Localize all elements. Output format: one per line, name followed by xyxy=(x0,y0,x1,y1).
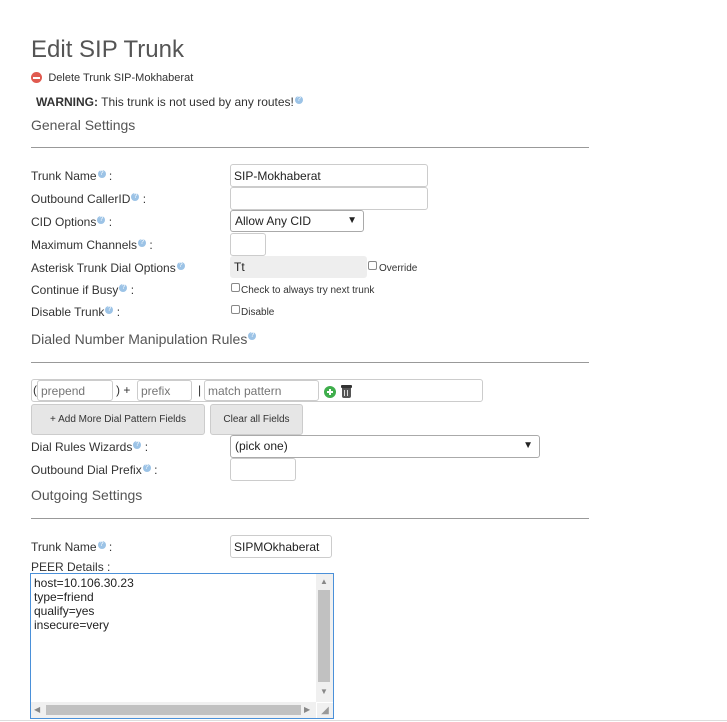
delete-trunk-label: Delete Trunk SIP-Mokhaberat xyxy=(48,72,194,84)
page-title: Edit SIP Trunk xyxy=(31,36,184,63)
cid-options-label: CID Options? : xyxy=(31,215,113,229)
help-icon[interactable]: ? xyxy=(142,464,151,472)
section-general-settings: General Settings xyxy=(31,117,136,133)
help-icon[interactable]: ? xyxy=(97,541,106,549)
clear-all-fields-button[interactable]: Clear all Fields xyxy=(210,404,303,435)
dropdown-arrow-icon: ▼ xyxy=(523,440,533,451)
override-checkbox[interactable] xyxy=(368,261,377,270)
divider xyxy=(31,362,589,363)
max-channels-label: Maximum Channels? : xyxy=(31,238,153,252)
help-icon[interactable]: ? xyxy=(138,239,147,247)
disable-trunk-label: Disable Trunk? : xyxy=(31,305,121,319)
scroll-right-icon[interactable]: ▶ xyxy=(304,705,310,714)
outbound-callerid-input[interactable] xyxy=(230,187,428,210)
dial-rules-wizards-label: Dial Rules Wizards? : xyxy=(31,440,149,454)
outgoing-trunk-name-input[interactable] xyxy=(230,535,332,558)
scrollbar-thumb[interactable] xyxy=(46,705,301,715)
peer-details-label: PEER Details : xyxy=(31,560,111,574)
help-icon[interactable]: ? xyxy=(133,441,142,449)
warning-message: WARNING: This trunk is not used by any r… xyxy=(36,95,303,109)
continue-busy-checkbox[interactable] xyxy=(231,283,240,292)
section-dial-rules: Dialed Number Manipulation Rules? xyxy=(31,331,257,347)
warning-strong: WARNING: xyxy=(36,95,98,109)
prepend-input[interactable] xyxy=(37,380,113,401)
outbound-dial-prefix-input[interactable] xyxy=(230,458,296,481)
scroll-left-icon[interactable]: ◀ xyxy=(34,705,40,714)
prefix-input[interactable] xyxy=(137,380,192,401)
outgoing-trunk-name-label: Trunk Name? : xyxy=(31,540,113,554)
cid-options-select[interactable]: Allow Any CID ▼ xyxy=(230,210,364,232)
section-outgoing-settings: Outgoing Settings xyxy=(31,487,143,503)
help-icon[interactable]: ? xyxy=(119,284,128,292)
max-channels-input[interactable] xyxy=(230,233,266,256)
match-pattern-input[interactable] xyxy=(204,380,319,401)
help-icon[interactable]: ? xyxy=(131,193,140,201)
dial-options-label: Asterisk Trunk Dial Options? xyxy=(31,261,185,275)
divider xyxy=(31,147,589,148)
outbound-callerid-label: Outbound CallerID? : xyxy=(31,192,147,206)
peer-details-textarea[interactable]: host=10.106.30.23 type=friend qualify=ye… xyxy=(30,573,334,719)
dial-options-input[interactable] xyxy=(230,256,367,278)
help-icon[interactable]: ? xyxy=(97,170,106,178)
page-bottom-divider xyxy=(0,720,727,721)
dropdown-arrow-icon: ▼ xyxy=(347,215,357,226)
resize-handle-icon[interactable]: ◢ xyxy=(317,703,333,718)
disable-text: Disable xyxy=(241,307,275,318)
scroll-down-icon[interactable]: ▼ xyxy=(320,687,328,696)
dial-rules-wizards-select[interactable]: (pick one) ▼ xyxy=(230,435,540,458)
continue-busy-label: Continue if Busy? : xyxy=(31,283,135,297)
add-pattern-icon[interactable] xyxy=(324,386,336,398)
warning-text: This trunk is not used by any routes! xyxy=(98,95,294,109)
trunk-name-label: Trunk Name? : xyxy=(31,169,113,183)
scroll-up-icon[interactable]: ▲ xyxy=(320,577,328,586)
paren-close-plus: ) + xyxy=(116,383,131,397)
continue-busy-text: Check to always try next trunk xyxy=(241,285,375,296)
help-icon[interactable]: ? xyxy=(97,216,106,224)
help-icon[interactable]: ? xyxy=(105,306,114,314)
override-label: Override xyxy=(379,263,418,274)
help-icon[interactable]: ? xyxy=(294,96,303,104)
cid-options-value: Allow Any CID xyxy=(235,214,312,228)
trash-icon[interactable] xyxy=(341,385,352,398)
delete-icon xyxy=(31,72,42,83)
pipe-separator: | xyxy=(198,383,202,397)
trunk-name-input[interactable] xyxy=(230,164,428,187)
delete-trunk-link[interactable]: Delete Trunk SIP-Mokhaberat xyxy=(31,70,193,84)
divider xyxy=(31,518,589,519)
help-icon[interactable]: ? xyxy=(176,262,185,270)
help-icon[interactable]: ? xyxy=(248,332,257,340)
scrollbar-thumb[interactable] xyxy=(318,590,330,682)
disable-trunk-checkbox[interactable] xyxy=(231,305,240,314)
add-more-dial-pattern-button[interactable]: + Add More Dial Pattern Fields xyxy=(31,404,205,435)
vertical-scrollbar[interactable]: ▲ ▼ xyxy=(316,574,333,702)
dial-rules-wizards-value: (pick one) xyxy=(235,439,288,453)
outbound-dial-prefix-label: Outbound Dial Prefix? : xyxy=(31,463,158,477)
horizontal-scrollbar[interactable]: ◀ ▶ xyxy=(31,702,316,718)
